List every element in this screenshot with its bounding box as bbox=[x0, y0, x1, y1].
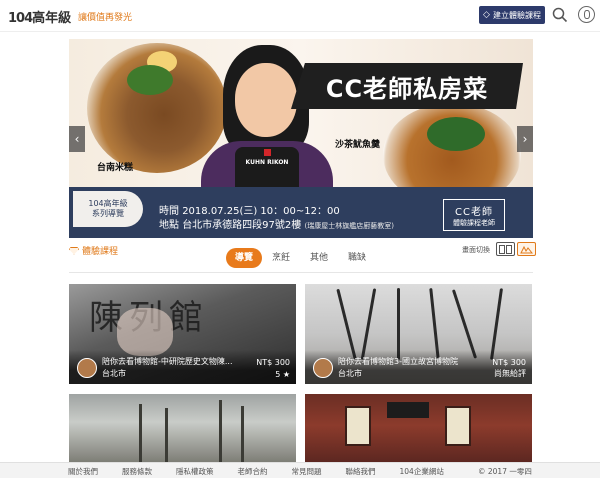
place-note: (瑞康屋士林旗艦店廚藝教室) bbox=[304, 222, 394, 230]
footer-link-contact[interactable]: 聯絡我們 bbox=[346, 466, 376, 477]
section-title-text: 體驗課程 bbox=[82, 247, 119, 257]
tabs-divider bbox=[69, 272, 533, 273]
time-value: 2018.07.25(三) 10：00~12：00 bbox=[182, 206, 340, 217]
create-course-button[interactable]: ◇ 建立體驗課程 bbox=[479, 6, 545, 24]
artifact-image bbox=[451, 289, 478, 359]
section-title: 體驗課程 bbox=[69, 244, 118, 257]
card-title: 陪你去看博物館3-國立故宮博物院 bbox=[338, 357, 458, 366]
course-card[interactable] bbox=[305, 394, 532, 464]
view-switch-label: 畫面切換 bbox=[462, 246, 490, 254]
card-location: 台北市 bbox=[338, 369, 362, 378]
building-sign-image bbox=[387, 402, 429, 418]
teacher-subtitle: 體驗課程老師 bbox=[453, 218, 495, 227]
hero-banner[interactable]: KUHN RIKON CC老師私房菜 台南米糕 沙茶魷魚羹 104高年級 系列導… bbox=[69, 39, 533, 238]
herb-shape bbox=[427, 117, 485, 151]
banner-title: CC老師私房菜 bbox=[325, 74, 489, 103]
tree-image bbox=[241, 406, 244, 464]
tab-jobs[interactable]: 職缺 bbox=[338, 248, 376, 268]
avatar[interactable] bbox=[313, 358, 333, 378]
grid-view-button[interactable] bbox=[517, 242, 536, 256]
event-details: 時間 2018.07.25(三) 10：00~12：00 地點 台北市承德路四段… bbox=[159, 205, 394, 233]
card-price: NT$ 300 bbox=[492, 358, 526, 367]
top-header: 104高年級 讓價值再發光 ◇ 建立體驗課程 bbox=[0, 0, 600, 32]
footer-link-privacy[interactable]: 隱私權政策 bbox=[176, 466, 214, 477]
list-view-button[interactable] bbox=[496, 242, 515, 256]
card-location: 台北市 bbox=[102, 369, 126, 378]
card-title: 陪你去看博物館-中研院歷史文物陳... bbox=[102, 357, 233, 366]
teacher-name: CC老師 bbox=[455, 206, 493, 218]
card-price: NT$ 300 bbox=[256, 358, 290, 367]
building-window-image bbox=[345, 406, 371, 446]
banner-title-ribbon: CC老師私房菜 bbox=[291, 63, 523, 109]
avatar[interactable] bbox=[77, 358, 97, 378]
footer-link-104-business[interactable]: 104企業網站 bbox=[400, 466, 444, 477]
card-rating: 尚無給評 bbox=[494, 369, 526, 378]
building-window-image bbox=[445, 406, 471, 446]
diamond-icon bbox=[69, 246, 79, 255]
place-value: 台北市承德路四段97號2樓 bbox=[182, 220, 302, 231]
banner-prev-button[interactable]: ‹ bbox=[69, 126, 85, 152]
tab-tour[interactable]: 導覽 bbox=[226, 248, 263, 268]
logo-number: 104 bbox=[8, 11, 33, 26]
tab-cooking[interactable]: 烹飪 bbox=[262, 248, 300, 268]
dish-left-label: 台南米糕 bbox=[97, 163, 134, 173]
artifact-image bbox=[117, 308, 173, 356]
herb-shape bbox=[127, 65, 173, 95]
create-course-label: 建立體驗課程 bbox=[492, 10, 541, 20]
face-shape bbox=[235, 63, 297, 137]
footer-link-terms[interactable]: 服務條款 bbox=[122, 466, 152, 477]
banner-info-bar: 104高年級 系列導覽 時間 2018.07.25(三) 10：00~12：00… bbox=[69, 187, 533, 238]
dish-right-label: 沙茶魷魚羹 bbox=[335, 140, 381, 150]
series-line-2: 系列導覽 bbox=[92, 209, 124, 218]
course-card[interactable]: 陳列館 陪你去看博物館-中研院歷史文物陳... NT$ 300 台北市 5 ★ bbox=[69, 284, 296, 384]
diamond-icon: ◇ bbox=[483, 10, 490, 20]
footer-link-contract[interactable]: 老師合約 bbox=[238, 466, 268, 477]
series-tag: 104高年級 系列導覽 bbox=[73, 191, 143, 227]
footer-link-faq[interactable]: 常見問題 bbox=[292, 466, 322, 477]
banner-next-button[interactable]: › bbox=[517, 126, 533, 152]
tab-other[interactable]: 其他 bbox=[300, 248, 338, 268]
time-label: 時間 bbox=[159, 206, 179, 217]
footer-links: 關於我們 服務條款 隱私權政策 老師合約 常見問題 聯絡我們 104企業網站 bbox=[68, 466, 468, 477]
copyright: © 2017 一零四 bbox=[478, 467, 532, 476]
logo-text: 高年級 bbox=[32, 11, 72, 26]
artifact-image bbox=[360, 288, 377, 360]
footer-bar: 關於我們 服務條款 隱私權政策 老師合約 常見問題 聯絡我們 104企業網站 ©… bbox=[0, 462, 600, 478]
brand-cross-icon bbox=[263, 149, 271, 156]
series-line-1: 104高年級 bbox=[88, 199, 128, 208]
teacher-tag: CC老師 體驗課程老師 bbox=[443, 199, 505, 231]
course-card[interactable] bbox=[69, 394, 296, 464]
user-account-icon[interactable] bbox=[578, 6, 595, 23]
course-card[interactable]: 陪你去看博物館3-國立故宮博物院 NT$ 300 台北市 尚無給評 bbox=[305, 284, 532, 384]
card-rating: 5 ★ bbox=[275, 370, 290, 379]
place-label: 地點 bbox=[159, 220, 179, 231]
apron-brand-text: KUHN RIKON bbox=[245, 159, 289, 166]
tree-image bbox=[165, 408, 168, 464]
tree-image bbox=[219, 400, 222, 464]
search-icon[interactable] bbox=[552, 7, 568, 23]
apron-logo: KUHN RIKON bbox=[245, 149, 289, 166]
site-slogan: 讓價值再發光 bbox=[78, 13, 133, 23]
footer-link-about[interactable]: 關於我們 bbox=[68, 466, 98, 477]
tree-image bbox=[139, 404, 142, 464]
site-logo[interactable]: 104高年級 bbox=[8, 7, 71, 26]
artifact-image bbox=[336, 288, 357, 360]
category-tabs: 導覽 烹飪 其他 職缺 bbox=[226, 248, 376, 268]
